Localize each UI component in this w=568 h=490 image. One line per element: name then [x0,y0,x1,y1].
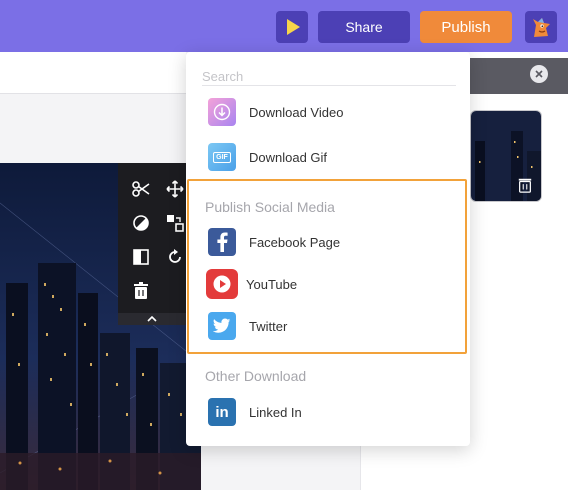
element-toolbox [118,163,186,325]
download-gif-item[interactable]: GIF Download Gif [186,137,470,177]
dragon-avatar-icon [533,18,550,37]
move-icon[interactable] [164,178,186,200]
thumbnail-trash-icon[interactable] [517,177,533,193]
trash-icon[interactable] [130,280,152,302]
play-icon [287,19,300,35]
editor-subheader [0,52,186,94]
youtube-icon [206,269,238,299]
share-button[interactable]: Share [318,11,410,43]
contrast-icon[interactable] [130,212,152,234]
linkedin-icon-text: in [215,403,229,421]
twitter-label: Twitter [249,318,288,334]
twitter-item[interactable]: Twitter [186,306,470,346]
publish-dropdown: Download Video GIF Download Gif Publish … [186,52,470,446]
publish-button[interactable]: Publish [420,11,512,43]
facebook-page-item[interactable]: Facebook Page [186,222,470,262]
publish-social-media-title: Publish Social Media [205,199,335,215]
download-gif-icon: GIF [208,143,236,171]
youtube-label: YouTube [246,276,298,292]
top-bar: Share Publish [0,0,568,52]
youtube-item[interactable]: YouTube [186,264,470,304]
chevron-up-icon [147,316,157,322]
twitter-icon [208,312,236,340]
download-video-label: Download Video [249,104,344,120]
scissors-icon[interactable] [130,178,152,200]
facebook-page-label: Facebook Page [249,234,341,250]
arrange-layers-icon[interactable] [164,212,186,234]
play-button[interactable] [276,11,308,43]
scene-thumbnail[interactable] [470,110,542,202]
close-button[interactable] [530,65,548,83]
avatar[interactable] [525,11,557,43]
rotate-icon[interactable] [164,246,186,268]
linked-in-label: Linked In [249,404,302,420]
close-icon [535,70,543,78]
gif-icon-text: GIF [213,151,231,163]
download-video-icon [208,98,236,126]
linkedin-icon: in [208,398,236,426]
linked-in-item[interactable]: in Linked In [186,392,470,432]
toolbox-collapse-button[interactable] [118,313,186,325]
opacity-icon[interactable] [130,246,152,268]
facebook-icon [208,228,236,256]
search-input[interactable] [202,68,456,86]
download-gif-label: Download Gif [249,149,328,165]
download-video-item[interactable]: Download Video [186,92,470,132]
other-download-title: Other Download [205,368,307,384]
